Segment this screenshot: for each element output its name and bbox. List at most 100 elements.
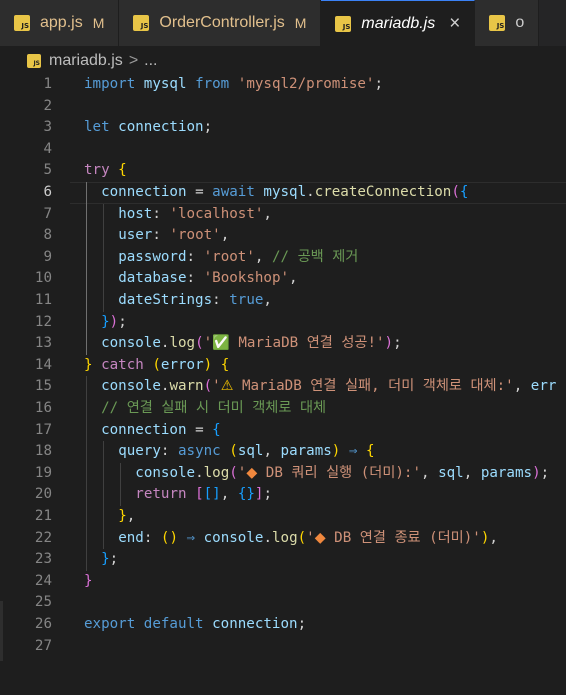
line-number: 11 [34,292,52,308]
code-line[interactable]: 5 try { [0,160,566,182]
code-text: password: 'root', // 공백 제거 [118,248,359,265]
line-number: 20 [34,486,52,503]
line-number: 22 [34,529,52,546]
code-text: }); [101,313,127,330]
code-line[interactable]: 12 }); [0,312,566,334]
code-text: } [84,572,93,589]
tab-ordercontroller-js[interactable]: JS OrderController.js M [119,0,322,46]
tab-bar: JS app.js M JS OrderController.js M JS mariadb.… [0,0,566,47]
code-text: console.warn('⚠ MariaDB 연결 실패, 더미 객체로 대체… [101,378,557,395]
code-line[interactable]: 10 database: 'Bookshop', [0,268,566,290]
line-number: 5 [43,162,52,179]
code-text: end: () ⇒ console.log('◆ DB 연결 종료 (더미)')… [118,529,498,546]
line-number: 14 [34,356,52,373]
javascript-file-icon: JS [335,15,352,32]
code-text: user: 'root', [118,227,230,244]
code-text: let connection; [84,119,213,136]
line-number: 10 [34,270,52,287]
code-text: host: 'localhost', [118,205,272,222]
code-line[interactable]: 7 host: 'localhost', [0,204,566,226]
line-number: 24 [34,572,52,589]
javascript-file-icon: JS [489,15,506,31]
code-line[interactable]: 2 [0,96,566,118]
line-number: 19 [34,464,52,481]
modified-indicator: M [92,15,105,31]
javascript-file-icon: JS [27,54,41,68]
code-line[interactable]: 27 [0,636,566,658]
indent-guide [86,182,87,355]
line-number: 23 [34,551,52,568]
code-text: import mysql from 'mysql2/promise'; [84,76,383,92]
line-number: 9 [43,248,52,265]
indent-guide [103,203,104,312]
tab-app-js[interactable]: JS app.js M [0,0,120,46]
code-text: console.log('✅ MariaDB 연결 성공!'); [101,335,402,352]
code-text: return [[], {}]; [135,486,272,503]
code-text: try { [84,162,127,179]
code-line[interactable]: 26 export default connection; [0,614,566,636]
indent-guide [103,441,104,550]
code-text: console.log('◆ DB 쿼리 실행 (더미):', sql, par… [135,464,550,481]
line-number: 16 [34,400,52,416]
tab-label: OrderController.js [159,14,285,31]
code-text: database: 'Bookshop', [118,270,298,287]
code-line[interactable]: 24} [0,571,566,593]
code-line[interactable]: 14 } catch (error) { [0,355,566,377]
code-text: }; [101,551,119,568]
tab-mariadb-js[interactable]: JS mariadb.js × [321,0,476,46]
modified-indicator: M [294,15,307,31]
code-text: connection = await mysql.createConnectio… [101,184,469,200]
code-line[interactable]: 1 import mysql from 'mysql2/promise'; [0,74,566,96]
breadcrumb-ellipsis[interactable]: ... [144,52,157,70]
line-number: 12 [34,313,52,330]
code-line[interactable]: 13 console.log('✅ MariaDB 연결 성공!'); [0,333,566,355]
indent-guide [86,376,87,571]
code-text: connection = { [101,421,221,438]
line-number: 4 [43,140,52,157]
breadcrumb: JS mariadb.js > ... [0,46,566,76]
line-number: 2 [43,97,52,114]
code-line[interactable]: 16 // 연결 실패 시 더미 객체로 대체 [0,398,566,420]
line-number: 6 [43,184,52,200]
code-text: dateStrings: true, [118,292,272,308]
code-line[interactable]: 15 console.warn('⚠ MariaDB 연결 실패, 더미 객체로… [0,376,566,398]
line-number: 13 [34,335,52,352]
code-line[interactable]: 11 dateStrings: true, [0,290,566,312]
line-number: 1 [43,76,52,92]
line-number: 26 [34,616,52,632]
line-number: 17 [34,421,52,438]
code-line[interactable]: 20 return [[], {}]; [0,484,566,506]
tab-label: mariadb.js [361,14,436,32]
code-editor[interactable]: 1 import mysql from 'mysql2/promise'; 2 3 le… [0,76,566,695]
line-number: 15 [34,378,52,395]
line-number: 25 [34,594,52,611]
code-text: // 연결 실패 시 더미 객체로 대체 [101,400,327,416]
code-line[interactable]: 8 user: 'root', [0,225,566,247]
tab-o[interactable]: JS o [475,0,540,46]
code-text: query: async (sql, params) ⇒ { [118,443,375,460]
tab-label: o [515,14,525,31]
chevron-right-icon: > [128,52,139,69]
code-line[interactable]: 23 }; [0,549,566,571]
code-line[interactable]: 4 [0,139,566,161]
code-text: export default connection; [84,616,307,632]
javascript-file-icon: JS [14,15,30,31]
indent-guide [120,462,121,506]
code-text: } catch (error) { [84,356,230,373]
line-number: 8 [43,227,52,244]
javascript-file-icon: JS [133,15,150,31]
code-text: }, [118,508,136,524]
code-line[interactable]: 9 password: 'root', // 공백 제거 [0,247,566,269]
line-number: 3 [43,119,52,136]
close-icon[interactable]: × [449,14,460,33]
code-line[interactable]: 21 }, [0,506,566,528]
breadcrumb-file[interactable]: mariadb.js [49,52,123,70]
code-line[interactable]: 17 connection = { [0,420,566,442]
line-number: 18 [34,443,52,460]
code-line[interactable]: 19 console.log('◆ DB 쿼리 실행 (더미):', sql, … [0,463,566,485]
code-line[interactable]: 25 [0,592,566,614]
code-line[interactable]: 18 query: async (sql, params) ⇒ { [0,441,566,463]
code-line[interactable]: 22 end: () ⇒ console.log('◆ DB 연결 종료 (더미… [0,528,566,550]
code-line[interactable]: 3 let connection; [0,117,566,139]
code-line[interactable]: 6 connection = await mysql.createConnect… [0,182,566,204]
